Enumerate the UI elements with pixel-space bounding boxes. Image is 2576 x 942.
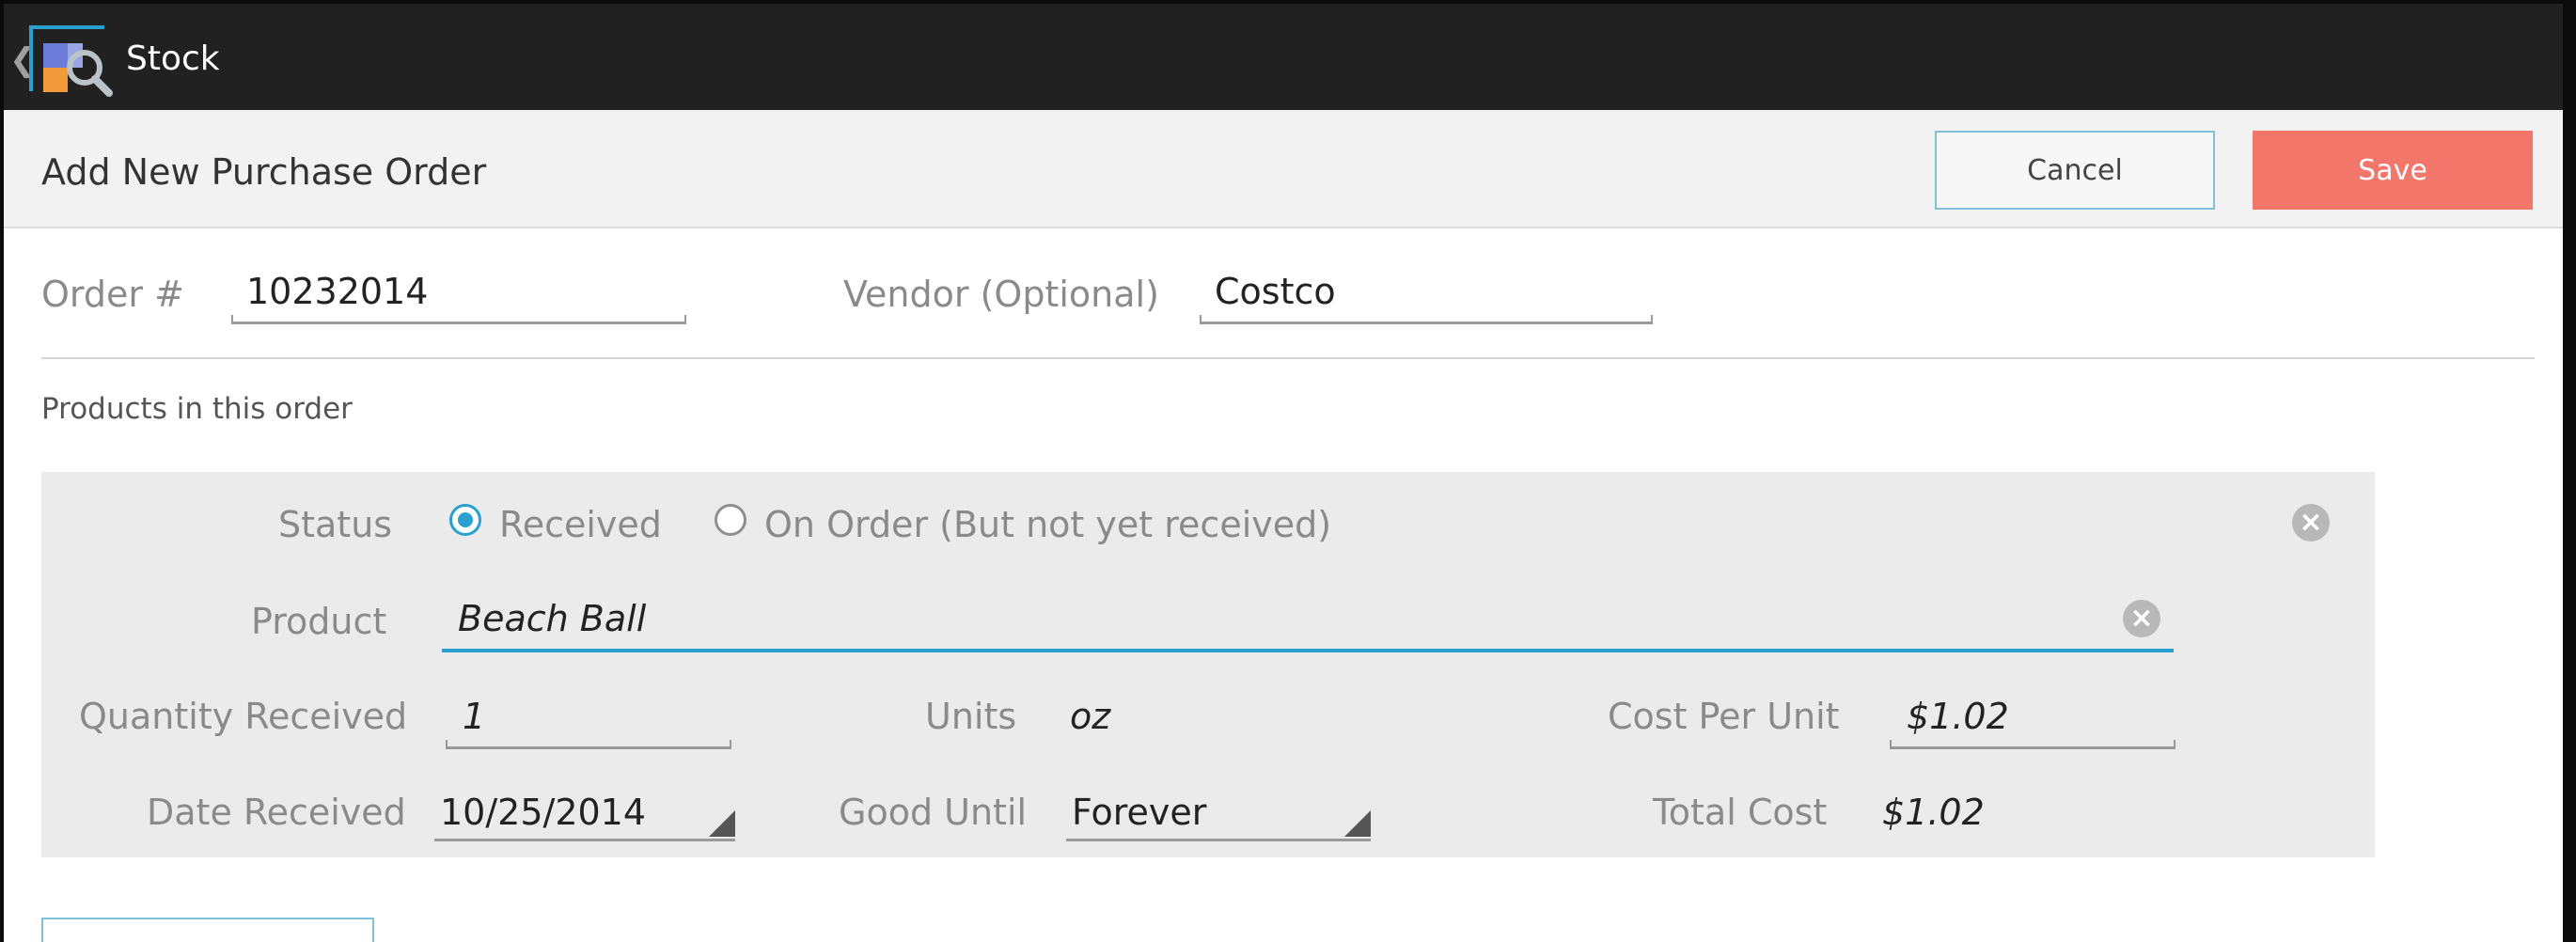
- spinner-arrow-icon: [1344, 810, 1371, 837]
- quantity-underline: [446, 740, 731, 749]
- app-logo-icon[interactable]: [26, 23, 120, 98]
- divider: [41, 357, 2535, 359]
- product-label: Product: [251, 601, 387, 642]
- product-input[interactable]: Beach Ball: [458, 598, 646, 639]
- product-item-card: × Status Received On Order (But not yet …: [41, 472, 2375, 857]
- cost-per-unit-label: Cost Per Unit: [1608, 696, 1840, 737]
- status-on-order-label[interactable]: On Order (But not yet received): [764, 504, 1331, 545]
- remove-item-icon[interactable]: ×: [2292, 504, 2330, 542]
- good-until-underline: [1066, 839, 1371, 841]
- save-button[interactable]: Save: [2253, 131, 2533, 210]
- date-received-spinner[interactable]: 10/25/2014: [440, 792, 646, 833]
- quantity-input[interactable]: 1: [463, 696, 485, 737]
- status-label: Status: [278, 504, 393, 545]
- status-received-label[interactable]: Received: [499, 504, 662, 545]
- page-title: Add New Purchase Order: [41, 151, 487, 193]
- app-title: Stock: [126, 39, 220, 78]
- order-number-input[interactable]: 10232014: [246, 271, 428, 312]
- total-cost-label: Total Cost: [1653, 792, 1828, 833]
- screen: ❮ Stock Add New Purchase Order Cancel Sa…: [4, 4, 2563, 942]
- vendor-underline: [1200, 315, 1653, 324]
- good-until-label: Good Until: [839, 792, 1028, 833]
- cost-per-unit-underline: [1890, 740, 2175, 749]
- units-value: oz: [1070, 696, 1111, 737]
- units-label: Units: [925, 696, 1017, 737]
- action-bar: ❮ Stock: [4, 4, 2563, 110]
- add-product-button[interactable]: [41, 918, 374, 942]
- good-until-spinner[interactable]: Forever: [1072, 792, 1206, 833]
- order-number-underline: [231, 315, 686, 324]
- spinner-arrow-icon: [709, 810, 735, 837]
- cancel-button[interactable]: Cancel: [1935, 131, 2215, 210]
- clear-product-icon[interactable]: ×: [2123, 600, 2160, 637]
- cost-per-unit-input[interactable]: $1.02: [1907, 696, 2009, 737]
- status-received-radio[interactable]: [449, 504, 481, 536]
- products-section-title: Products in this order: [41, 392, 353, 426]
- order-number-label: Order #: [41, 274, 184, 315]
- vendor-label: Vendor (Optional): [843, 274, 1159, 315]
- date-received-label: Date Received: [147, 792, 406, 833]
- status-on-order-radio[interactable]: [715, 504, 746, 536]
- vendor-input[interactable]: Costco: [1215, 271, 1336, 312]
- form-header: Add New Purchase Order Cancel Save: [4, 110, 2563, 228]
- date-received-underline: [434, 839, 735, 841]
- total-cost-value: $1.02: [1882, 792, 1985, 833]
- product-underline: [442, 649, 2174, 652]
- quantity-label: Quantity Received: [79, 696, 408, 737]
